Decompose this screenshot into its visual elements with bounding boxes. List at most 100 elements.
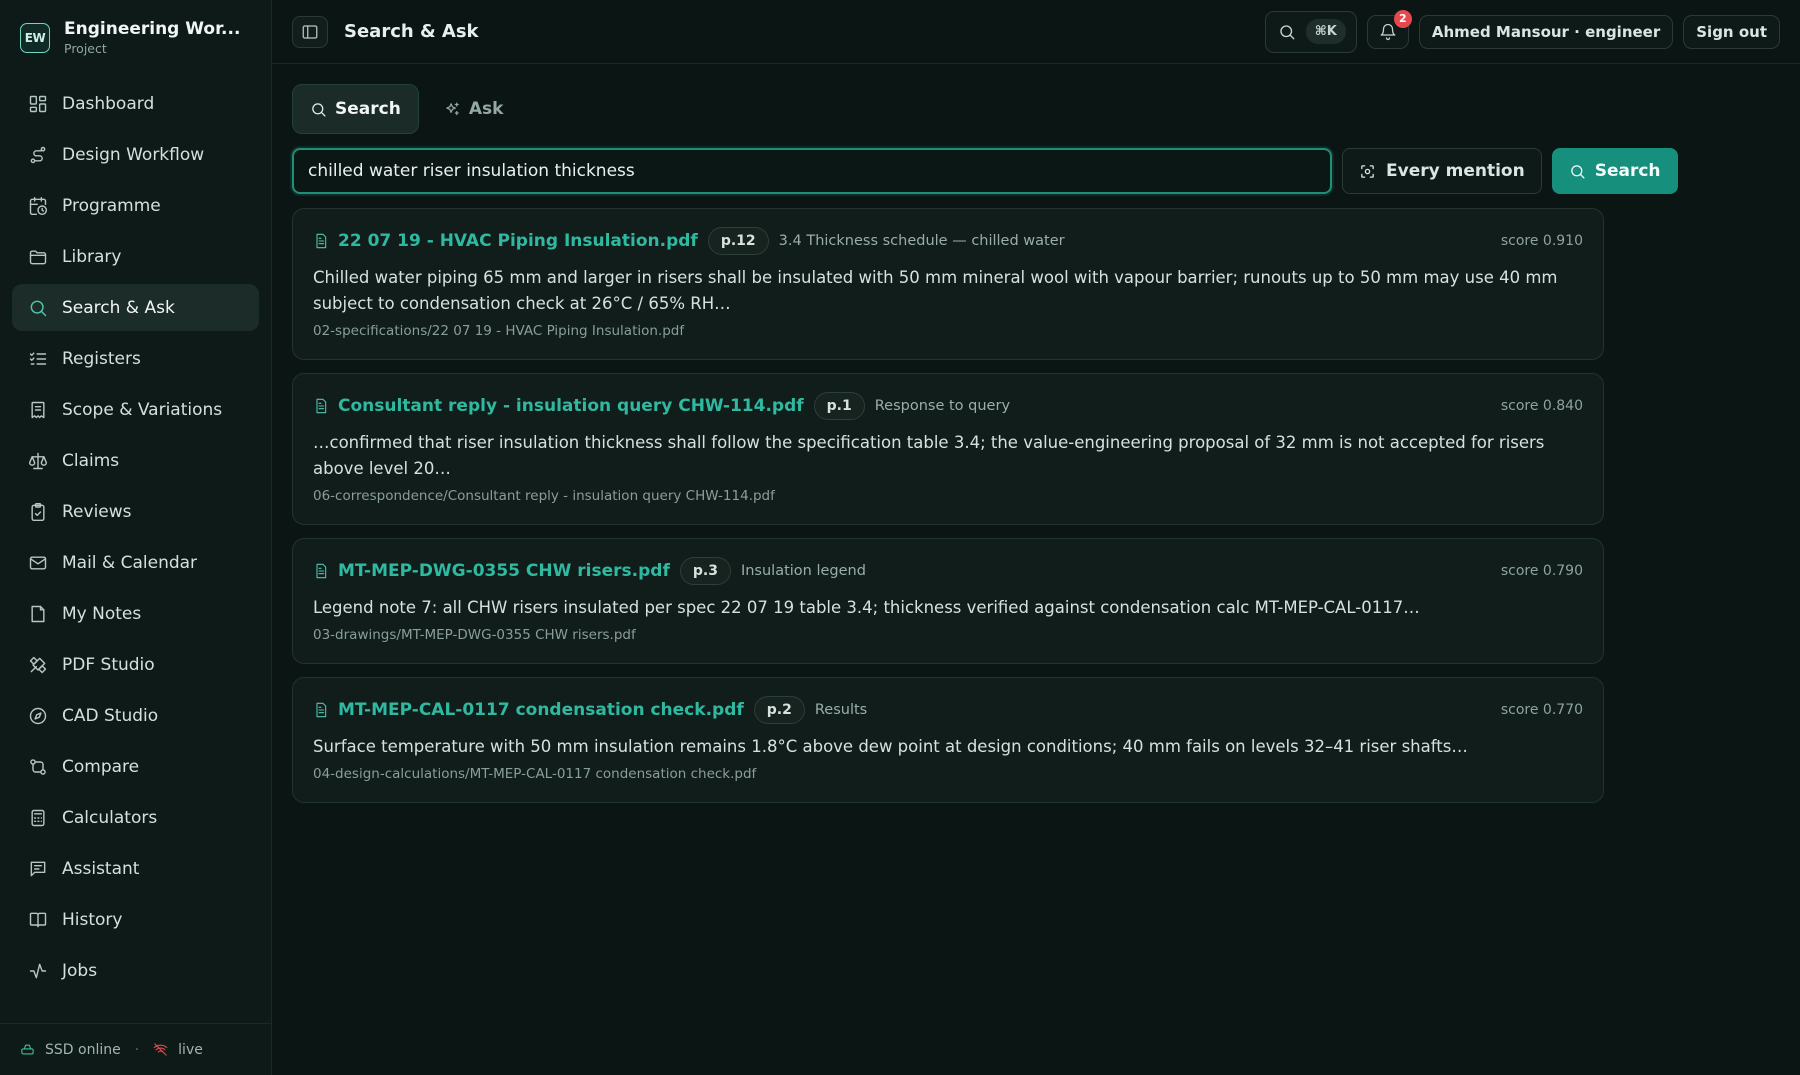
result-score: score 0.770 bbox=[1500, 702, 1583, 718]
result-card[interactable]: MT-MEP-CAL-0117 condensation check.pdf p… bbox=[292, 677, 1604, 803]
file-icon bbox=[316, 398, 327, 414]
receipt-icon bbox=[31, 401, 45, 418]
sidebar-toggle-icon bbox=[302, 24, 318, 39]
user-menu[interactable]: Ahmed Mansour · engineer bbox=[1418, 14, 1674, 49]
result-path: 04-design-calculations/MT-MEP-CAL-0117 c… bbox=[313, 766, 757, 782]
folder-icon bbox=[29, 249, 47, 264]
mode-tabs: Search Ask bbox=[292, 84, 1780, 134]
brand-text: Engineering Wor... Project bbox=[64, 19, 240, 57]
result-score: score 0.790 bbox=[1500, 563, 1583, 579]
sidebar-item-label: Reviews bbox=[62, 501, 132, 522]
sidebar-item-scope-variations[interactable]: Scope & Variations bbox=[12, 386, 259, 433]
every-mention-button[interactable]: Every mention bbox=[1342, 148, 1542, 194]
toggle-sidebar-button[interactable] bbox=[292, 15, 328, 48]
result-section: Insulation legend bbox=[740, 563, 866, 579]
scale-icon bbox=[28, 452, 48, 469]
sidebar-item-claims[interactable]: Claims bbox=[12, 437, 259, 484]
page-badge[interactable]: p.3 bbox=[679, 557, 731, 585]
result-score: score 0.840 bbox=[1500, 398, 1583, 414]
book-icon bbox=[29, 912, 47, 927]
sidebar-item-label: Design Workflow bbox=[62, 144, 205, 165]
sidebar-item-registers[interactable]: Registers bbox=[12, 335, 259, 382]
notification-badge: 2 bbox=[1393, 9, 1412, 28]
sidebar-item-compare[interactable]: Compare bbox=[12, 743, 259, 790]
sidebar-item-reviews[interactable]: Reviews bbox=[12, 488, 259, 535]
activity-icon bbox=[29, 963, 47, 978]
sidebar-item-label: Programme bbox=[62, 195, 161, 216]
result-snippet: Legend note 7: all CHW risers insulated … bbox=[313, 598, 1420, 617]
sidebar-item-pdf-studio[interactable]: PDF Studio bbox=[12, 641, 259, 688]
note-icon bbox=[31, 605, 45, 622]
sidebar-item-mail-calendar[interactable]: Mail & Calendar bbox=[12, 539, 259, 586]
brand-logo: EW bbox=[20, 23, 50, 53]
search-icon bbox=[1570, 164, 1585, 179]
result-path: 03-drawings/MT-MEP-DWG-0355 CHW risers.p… bbox=[313, 627, 636, 643]
result-title-link[interactable]: 22 07 19 - HVAC Piping Insulation.pdf bbox=[338, 231, 698, 251]
sidebar-status: SSD online · live bbox=[0, 1023, 271, 1075]
sidebar-item-my-notes[interactable]: My Notes bbox=[12, 590, 259, 637]
query-row: Every mention Search bbox=[292, 148, 1780, 194]
sidebar-item-label: CAD Studio bbox=[62, 705, 159, 726]
page-badge[interactable]: p.2 bbox=[753, 696, 805, 724]
sidebar-item-label: Jobs bbox=[62, 960, 98, 981]
result-header: 22 07 19 - HVAC Piping Insulation.pdf p.… bbox=[313, 227, 1583, 255]
search-icon bbox=[312, 102, 326, 117]
sidebar-item-label: Registers bbox=[62, 348, 141, 369]
search-button[interactable]: Search bbox=[1551, 148, 1678, 194]
checklist-icon bbox=[29, 351, 47, 365]
page-badge[interactable]: p.1 bbox=[813, 392, 865, 420]
search-input[interactable] bbox=[292, 148, 1332, 194]
live-status: live bbox=[178, 1041, 203, 1058]
content: Search Ask Every mention Search bbox=[272, 64, 1800, 803]
result-path: 02-specifications/22 07 19 - HVAC Piping… bbox=[313, 323, 685, 339]
sidebar-item-jobs[interactable]: Jobs bbox=[12, 947, 259, 994]
sidebar-item-label: Scope & Variations bbox=[62, 399, 223, 420]
sidebar-item-library[interactable]: Library bbox=[12, 233, 259, 280]
file-icon bbox=[316, 702, 327, 718]
search-icon bbox=[1280, 24, 1295, 39]
command-search-button[interactable]: ⌘K bbox=[1264, 10, 1357, 53]
sidebar-item-label: Library bbox=[62, 246, 122, 267]
result-header: Consultant reply - insulation query CHW-… bbox=[313, 392, 1583, 420]
sidebar-item-label: Claims bbox=[62, 450, 120, 471]
result-title-link[interactable]: Consultant reply - insulation query CHW-… bbox=[338, 396, 804, 416]
result-card[interactable]: 22 07 19 - HVAC Piping Insulation.pdf p.… bbox=[292, 208, 1604, 360]
sidebar-item-design-workflow[interactable]: Design Workflow bbox=[12, 131, 259, 178]
notifications-button[interactable]: 2 bbox=[1366, 9, 1412, 49]
project-subtitle: Project bbox=[64, 41, 107, 57]
sidebar-item-label: Dashboard bbox=[62, 93, 155, 114]
tab-ask[interactable]: Ask bbox=[427, 84, 521, 134]
storage-status: SSD online bbox=[45, 1041, 121, 1058]
sidebar-item-cad-studio[interactable]: CAD Studio bbox=[12, 692, 259, 739]
result-card[interactable]: Consultant reply - insulation query CHW-… bbox=[292, 373, 1604, 525]
results-list: 22 07 19 - HVAC Piping Insulation.pdf p.… bbox=[292, 208, 1604, 803]
sidebar-nav: Dashboard Design Workflow Programme Libr… bbox=[0, 76, 271, 1023]
sidebar-item-label: My Notes bbox=[62, 603, 142, 624]
result-section: Response to query bbox=[874, 398, 1011, 414]
compare-icon bbox=[30, 758, 46, 775]
result-snippet: Chilled water piping 65 mm and larger in… bbox=[313, 268, 1558, 313]
sidebar-item-calculators[interactable]: Calculators bbox=[12, 794, 259, 841]
sidebar-item-programme[interactable]: Programme bbox=[12, 182, 259, 229]
sidebar-item-assistant[interactable]: Assistant bbox=[12, 845, 259, 892]
result-score: score 0.910 bbox=[1500, 233, 1583, 249]
result-title-link[interactable]: MT-MEP-DWG-0355 CHW risers.pdf bbox=[338, 561, 670, 581]
search-button-label: Search bbox=[1594, 161, 1661, 181]
live-off-icon bbox=[153, 1043, 168, 1056]
file-icon bbox=[316, 563, 327, 579]
sparkles-icon bbox=[446, 101, 459, 115]
brand[interactable]: EW Engineering Wor... Project bbox=[0, 0, 271, 76]
scan-icon bbox=[1361, 164, 1374, 178]
result-card[interactable]: MT-MEP-DWG-0355 CHW risers.pdf p.3 Insul… bbox=[292, 538, 1604, 664]
page-badge[interactable]: p.12 bbox=[707, 227, 769, 255]
sidebar-item-search-ask[interactable]: Search & Ask bbox=[12, 284, 259, 331]
sidebar-item-dashboard[interactable]: Dashboard bbox=[12, 80, 259, 127]
tab-label: Ask bbox=[468, 99, 504, 119]
sign-out-button[interactable]: Sign out bbox=[1683, 14, 1780, 49]
status-separator: · bbox=[134, 1041, 140, 1058]
result-title-link[interactable]: MT-MEP-CAL-0117 condensation check.pdf bbox=[338, 700, 744, 720]
tab-search[interactable]: Search bbox=[292, 84, 419, 134]
sidebar: EW Engineering Wor... Project Dashboard … bbox=[0, 0, 272, 1075]
sidebar-item-history[interactable]: History bbox=[12, 896, 259, 943]
sidebar-item-label: History bbox=[62, 909, 123, 930]
